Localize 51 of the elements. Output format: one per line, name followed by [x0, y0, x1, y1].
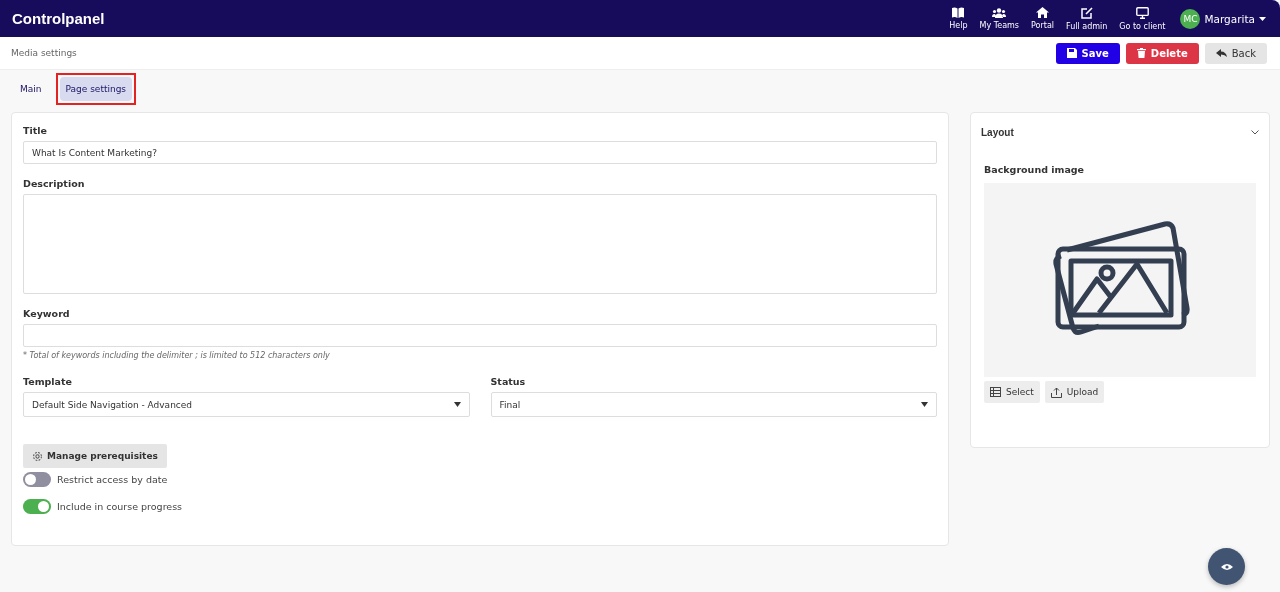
toggle-switch[interactable]	[23, 472, 51, 487]
tab[interactable]: Page settings	[59, 77, 133, 101]
eye-icon	[1220, 562, 1233, 571]
toggle-switch[interactable]	[23, 499, 51, 514]
dropdown[interactable]: Final	[490, 392, 937, 417]
page-title: Media settings	[11, 48, 77, 58]
field-label: Status	[490, 376, 527, 387]
field-label: Background image	[984, 164, 1086, 175]
description-field[interactable]	[23, 194, 937, 294]
monitor-icon	[1135, 6, 1149, 19]
nav-link[interactable]: Go to client	[1114, 6, 1171, 31]
upload-icon	[1050, 386, 1062, 398]
caret-icon	[921, 402, 928, 407]
field-label: Description	[23, 178, 86, 189]
toggle-label: Restrict access by date	[57, 474, 168, 485]
dropdown-value: Default Side Navigation - Advanced	[32, 399, 193, 410]
app-title: Controlpanel	[12, 10, 105, 27]
dropdown-value: Final	[499, 399, 521, 410]
dropdown[interactable]: Default Side Navigation - Advanced	[23, 392, 470, 417]
people-icon	[992, 7, 1007, 18]
select-button[interactable]: Select	[984, 381, 1040, 403]
tab[interactable]: Main	[14, 77, 48, 101]
toggle-label: Include in course progress	[57, 501, 183, 512]
field-label: Keyword	[23, 308, 71, 319]
nav-link[interactable]: Full admin	[1061, 6, 1113, 31]
table-icon	[990, 387, 1001, 397]
manage-prerequisites-button[interactable]: Manage prerequisites	[23, 444, 167, 468]
field-label: Template	[23, 376, 73, 387]
panel-title: Layout	[981, 126, 1014, 138]
back-button[interactable]: Back	[1204, 42, 1267, 64]
hint-text: * Total of keywords including the delimiter ; is limited to 512 characters only	[23, 351, 331, 360]
trash-icon	[1136, 48, 1146, 58]
avatar: MC	[1180, 8, 1201, 29]
save-button[interactable]: Save	[1055, 42, 1120, 64]
home-icon	[1036, 7, 1049, 18]
reply-arrow-icon	[1215, 49, 1227, 57]
nav-link[interactable]: Help	[944, 7, 973, 30]
title-field[interactable]: What Is Content Marketing?	[23, 141, 937, 164]
caret-icon	[453, 402, 461, 407]
nav-link[interactable]: My Teams	[974, 7, 1024, 30]
delete-button[interactable]: Delete	[1125, 42, 1199, 64]
keyword-field[interactable]	[23, 324, 937, 347]
book-icon	[952, 7, 965, 18]
nav-link[interactable]: Portal	[1026, 7, 1059, 30]
field-label: Title	[23, 125, 48, 136]
edit-icon	[1080, 6, 1093, 19]
upload-button[interactable]: Upload	[1044, 381, 1105, 403]
user-menu[interactable]: MC Margarita	[1180, 8, 1266, 29]
preview-button[interactable]	[1208, 548, 1245, 585]
caret-icon	[1259, 16, 1266, 21]
gear-icon	[32, 450, 43, 462]
